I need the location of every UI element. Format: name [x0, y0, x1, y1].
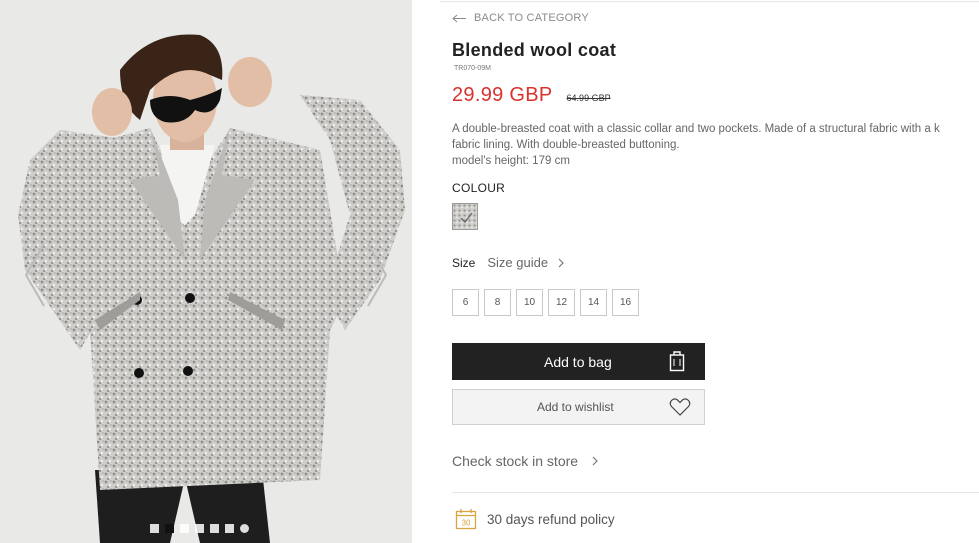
size-row: Size Size guide: [452, 255, 564, 270]
size-guide-link[interactable]: Size guide: [487, 255, 564, 270]
check-stock-link[interactable]: Check stock in store: [452, 453, 598, 469]
current-price: 29.99 GBP: [452, 84, 553, 106]
gallery-dot[interactable]: [225, 524, 234, 533]
product-sku: TR070-09M: [454, 65, 491, 72]
product-gallery: [0, 0, 412, 543]
description-line: fabric lining. With double-breasted butt…: [452, 139, 680, 151]
gallery-dot[interactable]: [195, 524, 204, 533]
gallery-pagination: [150, 524, 249, 533]
calendar-icon: 30: [455, 509, 477, 530]
add-to-bag-label: Add to bag: [544, 353, 612, 370]
old-price: 64.99 GBP: [566, 93, 611, 103]
back-label: BACK TO CATEGORY: [474, 12, 589, 24]
size-option-14[interactable]: 14: [580, 289, 607, 316]
gallery-dot[interactable]: [180, 524, 189, 533]
check-stock-label: Check stock in store: [452, 453, 579, 469]
refund-policy: 30 30 days refund policy: [455, 508, 615, 530]
size-option-12[interactable]: 12: [548, 289, 575, 316]
product-description: A double-breasted coat with a classic co…: [452, 121, 979, 169]
gallery-dot[interactable]: [150, 524, 159, 533]
description-line: model's height: 179 cm: [452, 155, 570, 167]
gallery-dot[interactable]: [165, 524, 174, 533]
colour-label: COLOUR: [452, 181, 506, 195]
size-options: 6 8 10 12 14 16: [452, 289, 639, 316]
previous-image-arrow-icon[interactable]: [22, 240, 48, 310]
size-option-8[interactable]: 8: [484, 289, 511, 316]
gallery-dot[interactable]: [240, 524, 249, 533]
refund-policy-label: 30 days refund policy: [487, 511, 615, 527]
colour-swatch-grey[interactable]: [452, 203, 478, 230]
product-title: Blended wool coat: [452, 40, 617, 60]
divider: [452, 492, 979, 493]
add-to-wishlist-label: Add to wishlist: [537, 400, 614, 414]
heart-icon: [669, 398, 691, 416]
add-to-wishlist-button[interactable]: Add to wishlist: [452, 389, 705, 425]
shopping-bag-icon: [669, 351, 685, 372]
size-option-16[interactable]: 16: [612, 289, 639, 316]
chevron-right-icon: [592, 456, 598, 466]
arrow-left-icon: [452, 14, 466, 22]
size-guide-label: Size guide: [487, 255, 549, 270]
description-line: A double-breasted coat with a classic co…: [452, 123, 940, 135]
swatch-texture: [453, 204, 477, 229]
top-divider: [440, 1, 979, 2]
add-to-bag-button[interactable]: Add to bag: [452, 343, 705, 380]
product-detail: BACK TO CATEGORY Blended wool coat TR070…: [440, 0, 979, 543]
back-to-category-link[interactable]: BACK TO CATEGORY: [452, 12, 589, 24]
size-option-6[interactable]: 6: [452, 289, 479, 316]
chevron-right-icon: [558, 258, 564, 267]
next-image-arrow-icon[interactable]: [364, 240, 390, 310]
gallery-dot[interactable]: [210, 524, 219, 533]
calendar-number: 30: [462, 519, 471, 528]
size-option-10[interactable]: 10: [516, 289, 543, 316]
size-label: Size: [452, 255, 476, 270]
product-photo: [18, 34, 405, 543]
price-row: 29.99 GBP 64.99 GBP: [452, 84, 611, 107]
